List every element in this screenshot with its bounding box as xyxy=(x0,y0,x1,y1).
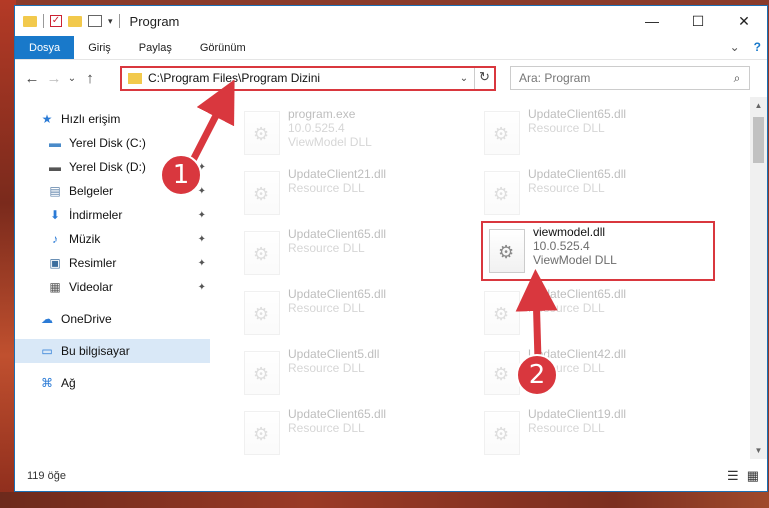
step-2-badge: 2 xyxy=(516,354,558,396)
annotation-arrows xyxy=(186,79,558,361)
arrow-step-1 xyxy=(186,79,235,168)
step-1-badge: 1 xyxy=(160,154,202,196)
arrow-step-2 xyxy=(515,269,558,361)
